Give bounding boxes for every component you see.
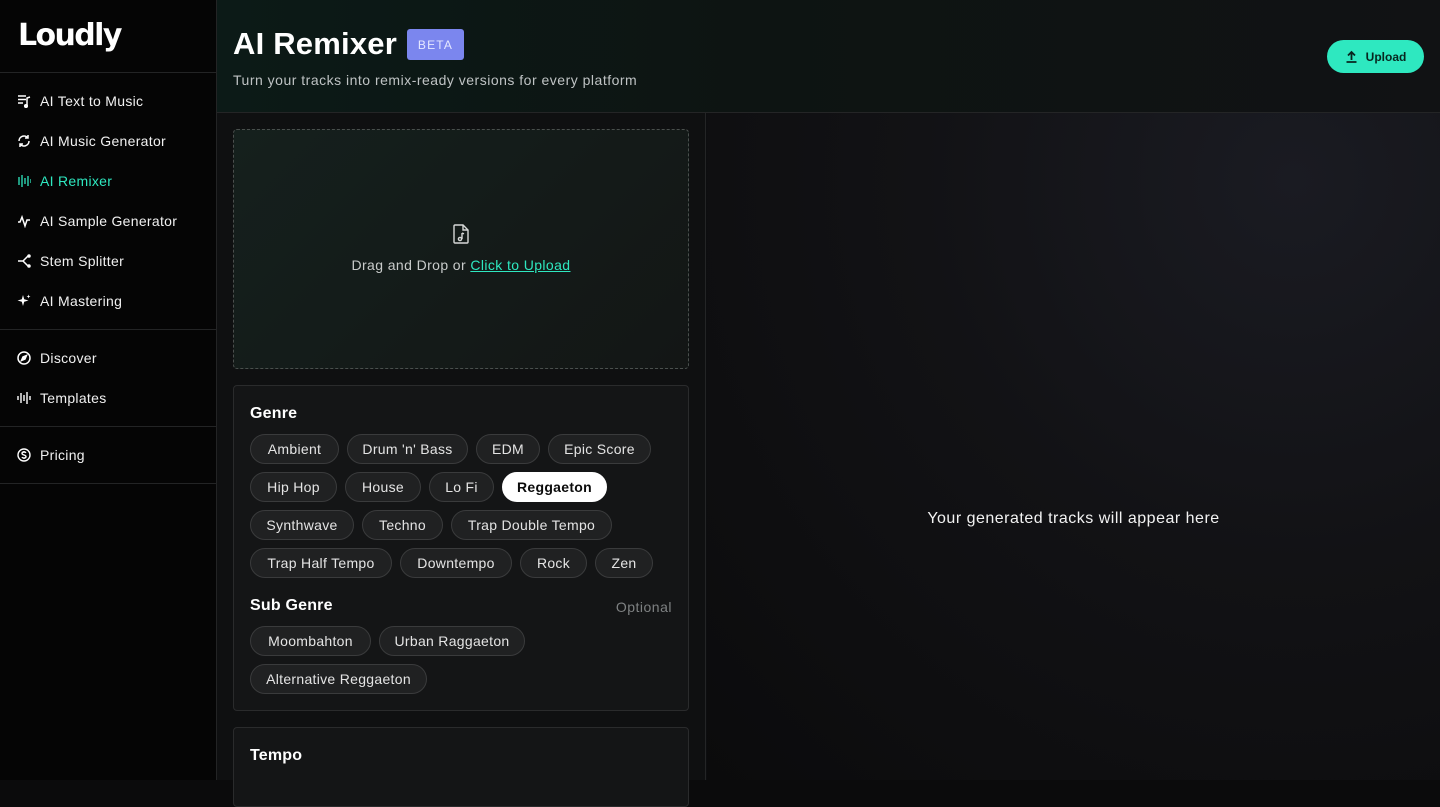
page-title: AI Remixer — [233, 26, 397, 61]
remixer-icon — [17, 174, 31, 188]
sidebar-item-pricing[interactable]: Pricing — [0, 435, 216, 475]
sidebar-item-discover[interactable]: Discover — [0, 338, 216, 378]
sidebar-item-label: AI Text to Music — [40, 93, 144, 109]
nav-group-account: Pricing — [0, 427, 216, 484]
genre-chip[interactable]: Trap Half Tempo — [250, 548, 392, 578]
sub-genre-chip[interactable]: Alternative Reggaeton — [250, 664, 427, 694]
split-icon — [17, 254, 31, 268]
genre-chip[interactable]: Lo Fi — [429, 472, 494, 502]
sidebar-item-label: AI Music Generator — [40, 133, 166, 149]
sidebar-item-label: Templates — [40, 390, 107, 406]
genre-chip[interactable]: Ambient — [250, 434, 339, 464]
dropzone-text: Drag and Drop or Click to Upload — [234, 257, 688, 273]
page-subtitle: Turn your tracks into remix-ready versio… — [233, 72, 638, 88]
dropzone-instructions: Drag and Drop or — [351, 257, 471, 273]
optional-label: Optional — [615, 599, 672, 615]
beta-badge: BETA — [407, 29, 464, 60]
settings-panel: Drag and Drop or Click to Upload Genre A… — [217, 113, 706, 807]
audio-file-icon — [453, 224, 469, 244]
text-music-icon — [17, 94, 31, 108]
sidebar-item-ai-mastering[interactable]: AI Mastering — [0, 281, 216, 321]
genre-chip-selected[interactable]: Reggaeton — [502, 472, 607, 502]
genre-chip[interactable]: EDM — [476, 434, 540, 464]
sidebar-item-label: AI Mastering — [40, 293, 123, 309]
tempo-title: Tempo — [250, 747, 303, 764]
genre-chip[interactable]: Hip Hop — [250, 472, 337, 502]
sidebar-item-label: Stem Splitter — [40, 253, 125, 269]
page-header: AI Remixer BETA Turn your tracks into re… — [217, 0, 1440, 113]
genre-title: Genre — [250, 405, 298, 422]
genre-chip[interactable]: Trap Double Tempo — [451, 510, 612, 540]
genre-chip[interactable]: House — [345, 472, 421, 502]
genre-chip[interactable]: Rock — [520, 548, 587, 578]
sub-genre-title: Sub Genre — [250, 597, 333, 614]
genre-chip[interactable]: Drum 'n' Bass — [347, 434, 468, 464]
upload-button[interactable]: Upload — [1327, 40, 1424, 73]
sidebar-item-label: Discover — [40, 350, 97, 366]
sidebar-item-stem-splitter[interactable]: Stem Splitter — [0, 241, 216, 281]
sample-icon — [17, 214, 31, 228]
genre-chip[interactable]: Zen — [595, 548, 653, 578]
tempo-card: Tempo — [233, 727, 689, 807]
main-content: AI Remixer BETA Turn your tracks into re… — [217, 0, 1440, 807]
sidebar-item-ai-remixer[interactable]: AI Remixer — [0, 161, 216, 201]
dollar-icon — [17, 448, 31, 462]
waveform-icon — [17, 391, 31, 405]
sidebar-item-label: AI Remixer — [40, 173, 113, 189]
file-dropzone[interactable]: Drag and Drop or Click to Upload — [233, 129, 689, 369]
genre-card: Genre Ambient Drum 'n' Bass EDM Epic Sco… — [233, 385, 689, 711]
sub-genre-chip[interactable]: Moombahton — [250, 626, 371, 656]
genre-chip[interactable]: Downtempo — [400, 548, 512, 578]
nav-group-tools: AI Text to Music AI Music Generator AI R… — [0, 73, 216, 330]
sidebar-item-label: Pricing — [40, 447, 85, 463]
sparkle-icon — [17, 294, 31, 308]
sub-genre-chip[interactable]: Urban Raggaeton — [379, 626, 525, 656]
upload-icon — [1346, 50, 1357, 63]
upload-button-label: Upload — [1365, 49, 1407, 64]
sidebar-item-ai-music-generator[interactable]: AI Music Generator — [0, 121, 216, 161]
genre-chip[interactable]: Synthwave — [250, 510, 354, 540]
genre-chip[interactable]: Techno — [362, 510, 443, 540]
generator-icon — [17, 134, 31, 148]
sidebar-item-ai-sample-generator[interactable]: AI Sample Generator — [0, 201, 216, 241]
sidebar-item-ai-text-to-music[interactable]: AI Text to Music — [0, 81, 216, 121]
compass-icon — [17, 351, 31, 365]
output-panel: Your generated tracks will appear here — [707, 113, 1440, 780]
genre-chip[interactable]: Epic Score — [548, 434, 651, 464]
logo[interactable]: Loudly — [0, 0, 216, 73]
sidebar-item-label: AI Sample Generator — [40, 213, 178, 229]
nav-group-browse: Discover Templates — [0, 330, 216, 427]
click-to-upload-link[interactable]: Click to Upload — [470, 257, 570, 273]
output-placeholder: Your generated tracks will appear here — [927, 510, 1220, 527]
sidebar: Loudly AI Text to Music AI Music Generat… — [0, 0, 217, 780]
sidebar-item-templates[interactable]: Templates — [0, 378, 216, 418]
